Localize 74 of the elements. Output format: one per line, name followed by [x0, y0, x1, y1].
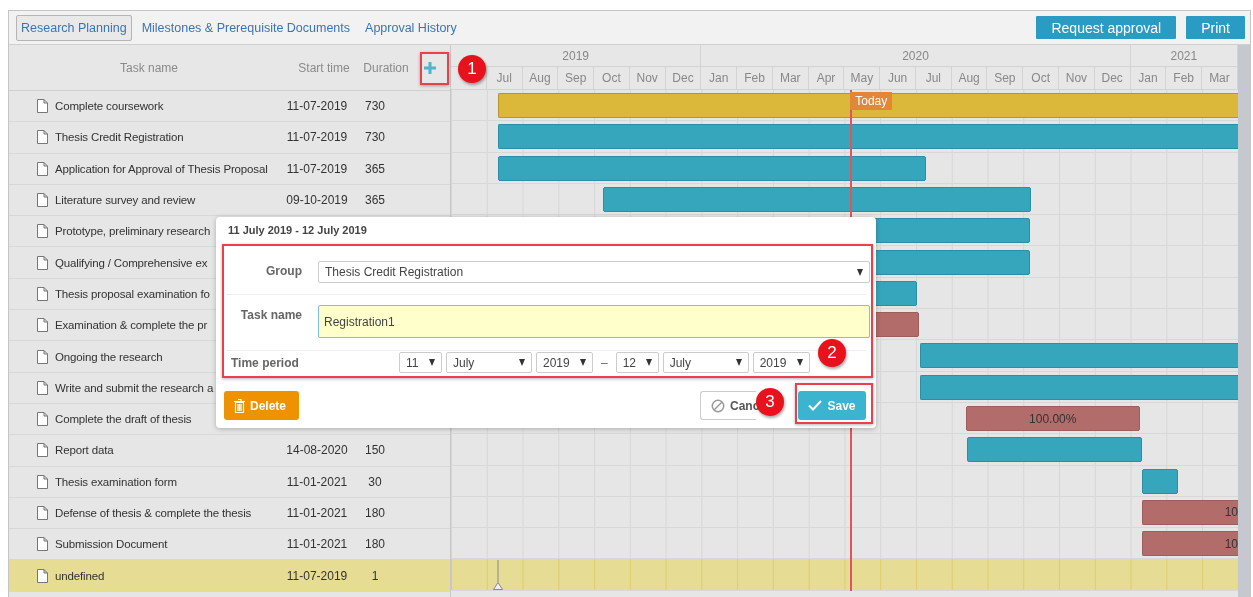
month-label: Aug	[529, 71, 551, 85]
month-label: Mar	[779, 71, 801, 85]
start-time: 11-01-2021	[285, 537, 349, 552]
task-name: Prototype, preliminary research	[55, 225, 211, 238]
task-name: Complete the draft of thesis	[55, 413, 192, 426]
task-name: Literature survey and review	[55, 194, 196, 207]
task-name: Thesis Credit Registration	[55, 131, 184, 144]
dropdown-value: 11	[406, 355, 419, 370]
task-name: Submission Document	[55, 538, 168, 551]
month-label: Aug	[958, 71, 980, 85]
month-label: Feb	[1173, 71, 1195, 85]
start-time: 11-01-2021	[285, 474, 349, 489]
duration: 150	[364, 443, 386, 458]
field-label: Group	[265, 263, 303, 278]
year-label: 2021	[1170, 48, 1198, 63]
month-label: Apr	[816, 71, 836, 85]
column-header: Task name	[119, 60, 179, 75]
start-time: 11-07-2019	[285, 161, 349, 176]
duration: 30	[367, 474, 383, 489]
dropdown-value: July	[669, 355, 692, 370]
duration: 180	[364, 537, 386, 552]
month-label: Nov	[636, 71, 658, 85]
duration: 730	[364, 99, 386, 114]
dropdown-value: 12	[622, 355, 637, 370]
dropdown-value: July	[453, 355, 475, 370]
start-time: 09-10-2019	[285, 193, 349, 208]
duration: 730	[364, 130, 386, 145]
month-label: Jan	[1138, 71, 1158, 85]
start-time: 11-07-2019	[285, 99, 349, 114]
month-label: Oct	[1031, 71, 1050, 85]
column-header: Start time	[297, 60, 351, 75]
task-name: Report data	[55, 444, 114, 457]
column-header: Duration	[363, 60, 409, 75]
month-label: Jul	[925, 71, 941, 85]
task-name: Application for Approval of Thesis Proposal	[55, 162, 268, 175]
month-label: Nov	[1065, 71, 1088, 85]
month-label: Dec	[1101, 71, 1123, 85]
duration: 365	[364, 193, 386, 208]
range-separator: –	[601, 355, 608, 370]
field-label: Task name	[239, 307, 303, 322]
month-label: Sep	[994, 71, 1016, 85]
month-label: Jun	[887, 71, 908, 85]
dropdown-value: 2019	[543, 355, 570, 370]
task-name: Thesis proposal examination fo	[55, 287, 210, 300]
duration: 1	[370, 568, 380, 583]
dropdown-value: Thesis Credit Registration	[325, 265, 464, 279]
start-time: 14-08-2020	[285, 443, 349, 458]
month-label: Sep	[565, 71, 587, 85]
start-time: 11-07-2019	[285, 130, 349, 145]
month-label: Dec	[672, 71, 694, 85]
field-label: Time period	[230, 355, 300, 370]
month-label: Oct	[602, 71, 621, 85]
task-name: Thesis examination form	[55, 475, 177, 488]
month-label: Mar	[1209, 71, 1230, 85]
task-name: Ongoing the research	[55, 350, 163, 363]
task-name: Complete coursework	[55, 100, 164, 113]
start-time: 11-07-2019	[285, 568, 349, 583]
task-name: Qualifying / Comprehensive ex	[55, 256, 208, 269]
month-label: May	[850, 71, 874, 85]
dropdown-value: 2019	[759, 355, 787, 370]
today-label: Today	[850, 92, 893, 110]
task-name: Write and submit the research a	[55, 381, 214, 394]
month-label: Jul	[496, 71, 512, 85]
duration: 365	[364, 161, 386, 176]
year-label: 2019	[562, 48, 590, 63]
duration: 180	[364, 506, 386, 520]
month-label: Jan	[709, 71, 729, 85]
year-label: 2020	[902, 48, 929, 63]
task-name: undefined	[55, 569, 105, 582]
dialog-title: 11 July 2019 - 12 July 2019	[227, 223, 368, 238]
task-name: Defense of thesis & complete the thesis	[55, 507, 252, 519]
task-name: Examination & complete the pr	[55, 319, 208, 332]
start-time: 11-01-2021	[285, 506, 349, 520]
month-label: Feb	[744, 71, 765, 85]
